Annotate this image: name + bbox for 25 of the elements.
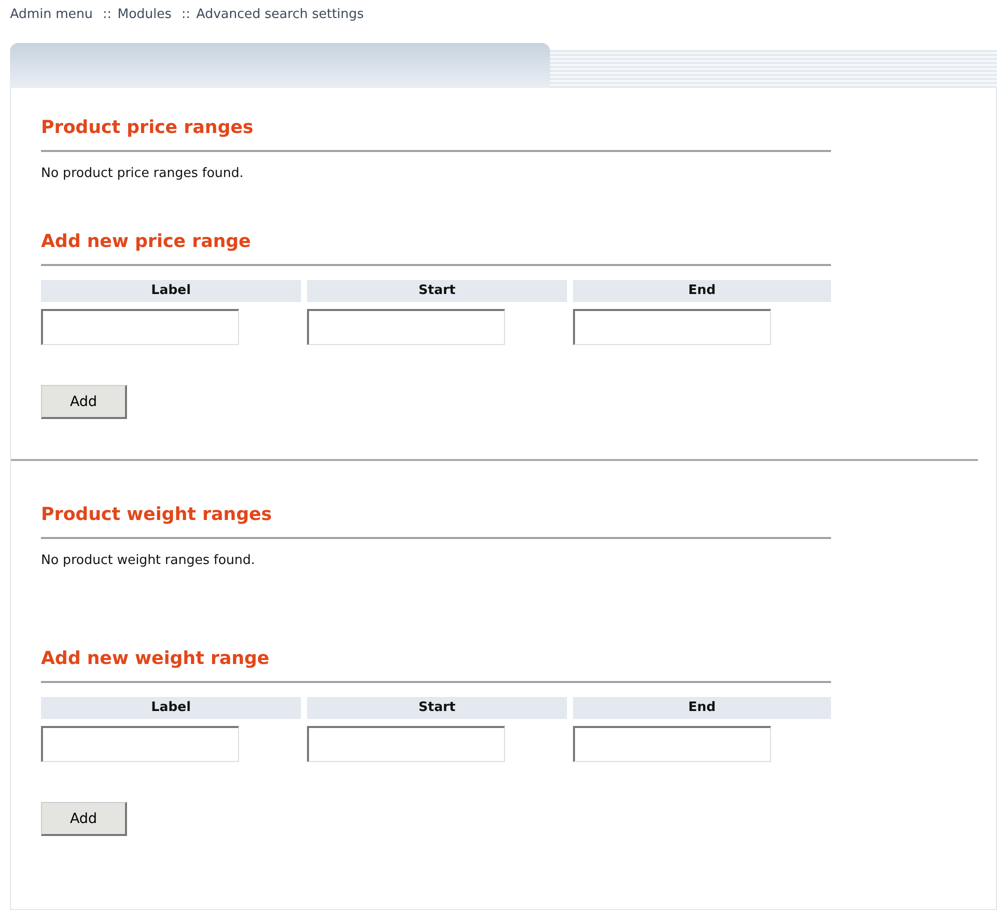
column-header: Start bbox=[307, 280, 567, 302]
breadcrumb-separator: :: bbox=[182, 7, 190, 24]
column-header: Label bbox=[41, 697, 301, 719]
column-header: Start bbox=[307, 697, 567, 719]
breadcrumb-link[interactable]: Advanced search settings bbox=[196, 7, 364, 36]
column-header: End bbox=[573, 280, 831, 302]
input-field[interactable] bbox=[307, 309, 505, 345]
section-heading: Product weight ranges bbox=[41, 503, 273, 527]
input-field[interactable] bbox=[573, 726, 771, 762]
input-field[interactable] bbox=[41, 309, 239, 345]
empty-message: No product price ranges found. bbox=[41, 166, 245, 182]
column-header: End bbox=[573, 697, 831, 719]
add-button[interactable]: Add bbox=[41, 802, 127, 836]
input-field[interactable] bbox=[573, 309, 771, 345]
breadcrumb-link[interactable]: Admin menu bbox=[10, 7, 93, 36]
breadcrumb-separator: :: bbox=[102, 7, 112, 24]
breadcrumb-link[interactable]: Modules bbox=[117, 7, 172, 36]
input-field[interactable] bbox=[41, 726, 239, 762]
empty-message: No product weight ranges found. bbox=[41, 553, 256, 569]
column-header: Label bbox=[41, 280, 301, 302]
section-heading: Add new price range bbox=[41, 230, 252, 254]
section-heading: Product price ranges bbox=[41, 116, 254, 140]
add-button[interactable]: Add bbox=[41, 385, 127, 419]
input-field[interactable] bbox=[307, 726, 505, 762]
section-heading: Add new weight range bbox=[41, 647, 270, 671]
